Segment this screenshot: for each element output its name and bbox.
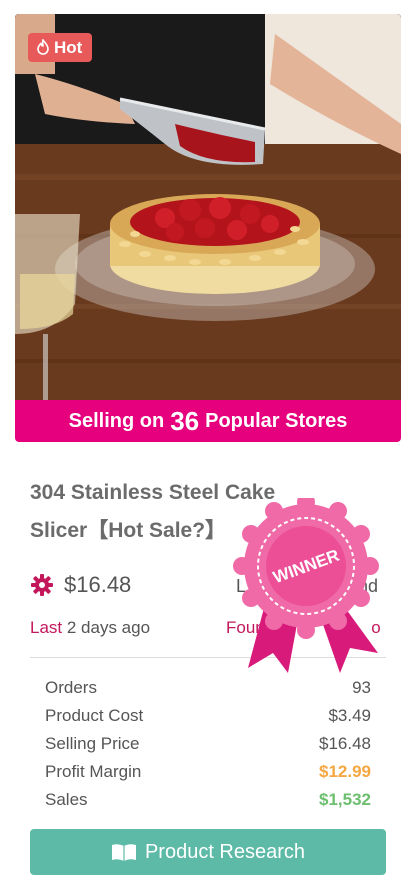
stat-value: $16.48	[319, 734, 371, 753]
stat-value: $3.49	[328, 706, 371, 725]
stat-label: Sales	[45, 790, 88, 809]
stores-suffix: Popular Stores	[205, 409, 348, 432]
stores-prefix: Selling on	[68, 409, 165, 432]
product-card: Hot Selling on 36 Popular Stores 304 Sta…	[0, 0, 416, 890]
price-row: $16.48	[30, 572, 131, 598]
product-image[interactable]	[15, 14, 401, 400]
stores-banner: Selling on 36 Popular Stores	[15, 400, 401, 442]
stores-count: 36	[170, 405, 200, 436]
hot-badge-label: Hot	[54, 37, 83, 57]
last-seen: Last 2 days ago	[30, 618, 150, 638]
product-price: $16.48	[64, 572, 132, 597]
stat-label: Orders	[45, 678, 97, 697]
product-research-label: Product Research	[144, 840, 306, 863]
stat-row-sales: Sales $1,532	[45, 786, 371, 814]
stat-row-selling-price: Selling Price $16.48	[45, 730, 371, 758]
product-research-button[interactable]: Product Research	[30, 829, 386, 875]
stat-value: $1,532	[319, 790, 371, 809]
book-icon	[111, 844, 136, 861]
stat-label: Selling Price	[45, 734, 140, 753]
winner-ribbon-icon: WINNER	[233, 498, 379, 673]
last-value: 2 days ago	[66, 618, 151, 637]
flame-icon	[37, 39, 49, 55]
hot-badge: Hot	[28, 33, 93, 62]
gear-icon	[31, 574, 53, 596]
stat-label: Product Cost	[45, 706, 144, 725]
last-label: Last	[30, 618, 63, 637]
stat-label: Profit Margin	[45, 762, 142, 781]
stat-row-profit-margin: Profit Margin $12.99	[45, 758, 371, 786]
stat-value: $12.99	[319, 762, 371, 781]
stats-list: Orders 93 Product Cost $3.49 Selling Pri…	[45, 674, 371, 814]
stat-row-product-cost: Product Cost $3.49	[45, 702, 371, 730]
